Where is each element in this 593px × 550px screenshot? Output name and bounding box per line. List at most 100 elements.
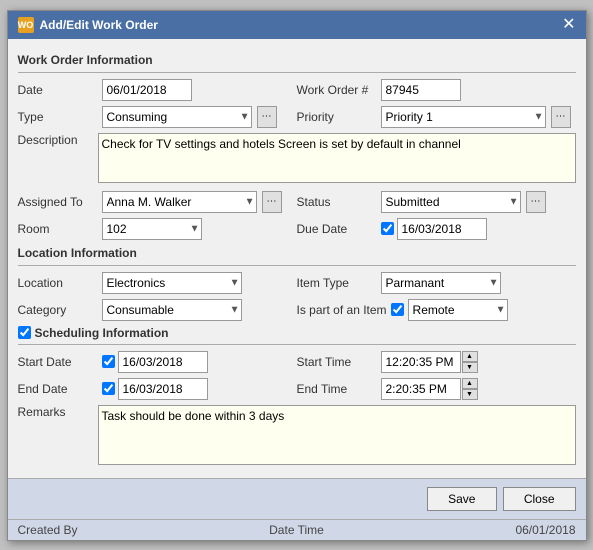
label-endtime: End Time: [297, 382, 377, 396]
close-icon-button[interactable]: ✕: [562, 17, 575, 33]
category-select[interactable]: Consumable Fixed: [102, 299, 242, 321]
starttime-up[interactable]: ▲: [462, 351, 478, 362]
bottom-button-bar: Save Close: [8, 478, 586, 519]
title-bar: WO Add/Edit Work Order ✕: [8, 11, 586, 39]
starttime-input[interactable]: [381, 351, 461, 373]
starttime-spinners: ▲ ▼: [462, 351, 478, 373]
right-duedate: Due Date 16/03/2018: [297, 218, 576, 240]
type-select[interactable]: Consuming Maintenance Repair: [102, 106, 252, 128]
date-select[interactable]: 06/01/2018: [102, 79, 192, 101]
left-location: Location Electronics Furniture Plumbing …: [18, 272, 297, 294]
created-by-label: Created By: [18, 523, 78, 537]
startdate-select[interactable]: 16/03/2018: [118, 351, 208, 373]
enddate-select[interactable]: 16/03/2018: [118, 378, 208, 400]
endtime-input[interactable]: [381, 378, 461, 400]
starttime-spinbox: ▲ ▼: [381, 351, 478, 373]
label-is-part: Is part of an Item: [297, 303, 387, 317]
save-button[interactable]: Save: [427, 487, 497, 511]
itemtype-select-wrapper: Parmanant Consumable ▼: [381, 272, 501, 294]
row-room-duedate: Room 102 103 ▼ Due Date 16/03/2018: [18, 218, 576, 240]
left-startdate: Start Date 16/03/2018: [18, 351, 297, 373]
label-remarks: Remarks: [18, 405, 98, 419]
enddate-checkbox[interactable]: [102, 382, 115, 395]
field-enddate: 16/03/2018: [102, 378, 208, 400]
title-bar-left: WO Add/Edit Work Order: [18, 17, 158, 33]
row-enddate-endtime: End Date 16/03/2018 End Time ▲ ▼: [18, 378, 576, 400]
description-container: Check for TV settings and hotels Screen …: [98, 133, 576, 186]
priority-icon-button[interactable]: ⋯: [551, 106, 571, 128]
status-icon-button[interactable]: ⋯: [526, 191, 546, 213]
dialog-body: Work Order Information Date 06/01/2018 W…: [8, 39, 586, 478]
endtime-down[interactable]: ▼: [462, 389, 478, 400]
left-category: Category Consumable Fixed ▼: [18, 299, 297, 321]
assigned-to-select[interactable]: Anna M. Walker John Smith: [102, 191, 257, 213]
right-itemtype: Item Type Parmanant Consumable ▼: [297, 272, 576, 294]
assigned-icon-button[interactable]: ⋯: [262, 191, 282, 213]
dialog-container: WO Add/Edit Work Order ✕ Work Order Info…: [7, 10, 587, 541]
priority-select[interactable]: Priority 1 Priority 2 Priority 3: [381, 106, 546, 128]
description-textarea[interactable]: Check for TV settings and hotels Screen …: [98, 133, 576, 183]
left-room: Room 102 103 ▼: [18, 218, 297, 240]
status-bar: Created By Date Time 06/01/2018: [8, 519, 586, 540]
left-type: Type Consuming Maintenance Repair ▼ ⋯: [18, 106, 297, 128]
label-date: Date: [18, 83, 98, 97]
close-button[interactable]: Close: [503, 487, 576, 511]
remote-select[interactable]: Remote On-site: [408, 299, 508, 321]
location-select[interactable]: Electronics Furniture Plumbing: [102, 272, 242, 294]
status-date-value: 06/01/2018: [515, 523, 575, 537]
room-select-wrapper: 102 103 ▼: [102, 218, 202, 240]
row-location-itemtype: Location Electronics Furniture Plumbing …: [18, 272, 576, 294]
section-scheduling: Scheduling Information: [35, 326, 169, 340]
left-date: Date 06/01/2018: [18, 79, 297, 101]
startdate-checkbox[interactable]: [102, 355, 115, 368]
priority-select-wrapper: Priority 1 Priority 2 Priority 3 ▼: [381, 106, 546, 128]
field-date: 06/01/2018: [102, 79, 192, 101]
duedate-checkbox[interactable]: [381, 222, 394, 235]
dialog-icon: WO: [18, 17, 34, 33]
right-wo: Work Order #: [297, 79, 576, 101]
starttime-down[interactable]: ▼: [462, 362, 478, 373]
row-assigned-status: Assigned To Anna M. Walker John Smith ▼ …: [18, 191, 576, 213]
label-enddate: End Date: [18, 382, 98, 396]
status-select[interactable]: Submitted In Progress Completed: [381, 191, 521, 213]
wo-number-input[interactable]: [381, 79, 461, 101]
duedate-select[interactable]: 16/03/2018: [397, 218, 487, 240]
dialog-title: Add/Edit Work Order: [40, 18, 158, 32]
remote-select-wrapper: Remote On-site ▼: [408, 299, 508, 321]
label-starttime: Start Time: [297, 355, 377, 369]
right-priority: Priority Priority 1 Priority 2 Priority …: [297, 106, 576, 128]
left-assigned: Assigned To Anna M. Walker John Smith ▼ …: [18, 191, 297, 213]
label-startdate: Start Date: [18, 355, 98, 369]
right-endtime: End Time ▲ ▼: [297, 378, 576, 400]
label-room: Room: [18, 222, 98, 236]
itemtype-select[interactable]: Parmanant Consumable: [381, 272, 501, 294]
location-select-wrapper: Electronics Furniture Plumbing ▼: [102, 272, 242, 294]
date-time-label: Date Time: [269, 523, 324, 537]
is-part-checkbox[interactable]: [391, 303, 404, 316]
remarks-textarea[interactable]: Task should be done within 3 days: [98, 405, 576, 465]
type-icon-button[interactable]: ⋯: [257, 106, 277, 128]
category-select-wrapper: Consumable Fixed ▼: [102, 299, 242, 321]
label-priority: Priority: [297, 110, 377, 124]
right-starttime: Start Time ▲ ▼: [297, 351, 576, 373]
label-duedate: Due Date: [297, 222, 377, 236]
label-status: Status: [297, 195, 377, 209]
label-category: Category: [18, 303, 98, 317]
endtime-up[interactable]: ▲: [462, 378, 478, 389]
room-select[interactable]: 102 103: [102, 218, 202, 240]
row-category-remote: Category Consumable Fixed ▼ Is part of a…: [18, 299, 576, 321]
type-select-wrapper: Consuming Maintenance Repair ▼: [102, 106, 252, 128]
endtime-spinbox: ▲ ▼: [381, 378, 478, 400]
label-wo-num: Work Order #: [297, 83, 377, 97]
right-item-remote: Is part of an Item Remote On-site ▼: [297, 299, 576, 321]
label-assigned: Assigned To: [18, 195, 98, 209]
section-work-order: Work Order Information: [18, 53, 576, 67]
right-status: Status Submitted In Progress Completed ▼…: [297, 191, 576, 213]
label-description: Description: [18, 133, 98, 147]
row-date-wo: Date 06/01/2018 Work Order #: [18, 79, 576, 101]
scheduling-checkbox[interactable]: [18, 326, 31, 339]
status-select-wrapper: Submitted In Progress Completed ▼: [381, 191, 521, 213]
left-enddate: End Date 16/03/2018: [18, 378, 297, 400]
section-location: Location Information: [18, 246, 576, 260]
endtime-spinners: ▲ ▼: [462, 378, 478, 400]
